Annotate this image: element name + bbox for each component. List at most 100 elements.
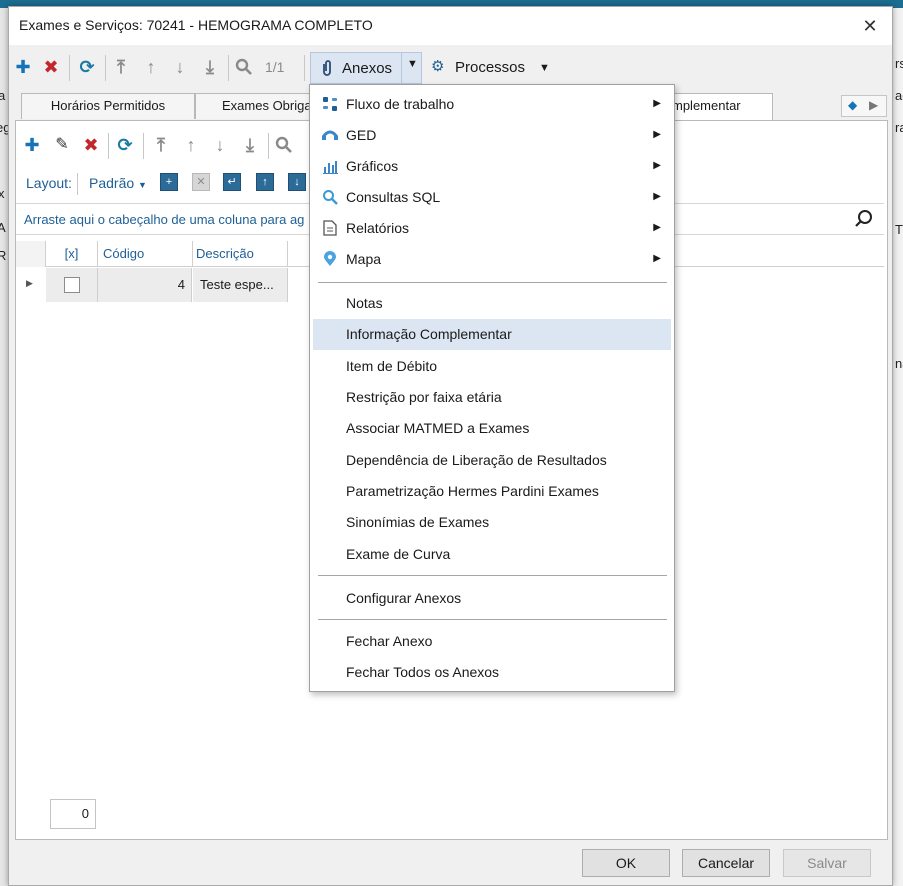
move-up-icon[interactable]: ↑: [179, 133, 203, 157]
dialog-titlebar: Exames e Serviços: 70241 - HEMOGRAMA COM…: [9, 7, 892, 45]
menu-item-exame-de-curva[interactable]: Exame de Curva: [313, 539, 671, 570]
menu-item-label: Notas: [346, 295, 383, 311]
cell-codigo: 4: [98, 268, 192, 302]
move-down-icon[interactable]: ↓: [168, 55, 192, 79]
tab-scroll-left-icon[interactable]: ◆: [848, 98, 857, 112]
refresh-icon[interactable]: ⟳: [113, 133, 137, 157]
add-layout-icon[interactable]: +: [160, 173, 178, 191]
cancel-button[interactable]: Cancelar: [682, 849, 770, 877]
add-icon[interactable]: ✚: [20, 133, 44, 157]
tab-scroll-right-icon[interactable]: ▶: [869, 98, 878, 112]
submenu-arrow-icon: ▶: [653, 191, 661, 202]
tab-horarios-permitidos[interactable]: Horários Permitidos: [21, 93, 195, 119]
background-text-fragment: R: [0, 248, 7, 263]
document-icon: [321, 220, 339, 238]
row-checkbox[interactable]: [64, 277, 80, 293]
menu-item-fechar-anexo[interactable]: Fechar Anexo: [313, 626, 671, 657]
menu-item-fechar-todos-anexos[interactable]: Fechar Todos os Anexos: [313, 657, 671, 688]
background-app-right-edge: rs ac ra T na: [893, 8, 903, 886]
background-text-fragment: na: [895, 356, 903, 371]
menu-item-informacao-complementar[interactable]: Informação Complementar: [313, 319, 671, 350]
menu-item-label: Gráficos: [346, 158, 399, 174]
column-header-select[interactable]: [x]: [46, 241, 98, 267]
toolbar-separator: [304, 55, 305, 81]
column-header-descricao[interactable]: Descrição: [193, 241, 288, 267]
move-first-icon[interactable]: ⤒: [109, 55, 133, 79]
menu-item-mapa[interactable]: Mapa ▶: [313, 244, 671, 275]
menu-item-dependencia-liberacao[interactable]: Dependência de Liberação de Resultados: [313, 445, 671, 476]
move-down-icon[interactable]: ↓: [208, 133, 232, 157]
search-icon[interactable]: [232, 55, 256, 79]
menu-separator: [318, 282, 667, 283]
delete-icon[interactable]: ✖: [79, 133, 103, 157]
cell-descricao: Teste espe...: [193, 268, 288, 302]
tab-exames-obrigatorios[interactable]: Exames Obriga: [195, 93, 313, 119]
menu-item-label: Fechar Anexo: [346, 633, 433, 649]
menu-item-relatorios[interactable]: Relatórios ▶: [313, 213, 671, 244]
record-count-field[interactable]: 0: [50, 799, 96, 829]
submenu-arrow-icon: ▶: [653, 129, 661, 140]
menu-item-label: Configurar Anexos: [346, 590, 462, 606]
menu-item-consultas-sql[interactable]: Consultas SQL ▶: [313, 182, 671, 213]
toolbar-separator: [143, 133, 144, 159]
menu-item-label: Consultas SQL: [346, 189, 441, 205]
menu-item-notas[interactable]: Notas: [313, 288, 671, 319]
layout-value: Padrão: [89, 175, 135, 191]
menu-item-sinonimias[interactable]: Sinonímias de Exames: [313, 507, 671, 538]
menu-item-configurar-anexos[interactable]: Configurar Anexos: [313, 583, 671, 614]
split-divider: [401, 53, 402, 83]
map-pin-icon: [321, 251, 339, 269]
menu-item-ged[interactable]: GED ▶: [313, 120, 671, 151]
menu-item-parametrizacao-hermes-pardini[interactable]: Parametrização Hermes Pardini Exames: [313, 476, 671, 507]
grid-search-icon[interactable]: [854, 209, 874, 234]
menu-item-label: Sinonímias de Exames: [346, 514, 490, 530]
workflow-icon: [321, 96, 339, 114]
refresh-icon[interactable]: ⟳: [75, 55, 99, 79]
anexos-dropdown-button[interactable]: Anexos ▼: [310, 52, 422, 84]
menu-item-graficos[interactable]: Gráficos ▶: [313, 151, 671, 182]
background-text-fragment: ac: [895, 88, 903, 103]
menu-item-fluxo-de-trabalho[interactable]: Fluxo de trabalho ▶: [313, 89, 671, 120]
move-last-icon[interactable]: ⤓: [238, 133, 262, 157]
search-icon: [321, 189, 339, 207]
delete-icon[interactable]: ✖: [39, 55, 63, 79]
layout-selector[interactable]: Padrão ▼: [89, 175, 147, 191]
chevron-down-icon[interactable]: ▼: [407, 58, 418, 70]
row-indicator-header: [16, 241, 46, 267]
menu-item-label: Parametrização Hermes Pardini Exames: [346, 483, 599, 499]
edit-icon[interactable]: ✎: [50, 133, 74, 157]
menu-item-label: Fluxo de trabalho: [346, 96, 455, 112]
toolbar-separator: [268, 133, 269, 159]
export-layout-icon[interactable]: ↑: [256, 173, 274, 191]
menu-item-label: Fechar Todos os Anexos: [346, 664, 500, 680]
save-button[interactable]: Salvar: [783, 849, 871, 877]
toolbar-separator: [228, 55, 229, 81]
menu-separator: [318, 575, 667, 576]
menu-item-item-de-debito[interactable]: Item de Débito: [313, 351, 671, 382]
submenu-arrow-icon: ▶: [653, 160, 661, 171]
layout-label: Layout:: [26, 175, 72, 191]
move-last-icon[interactable]: ⤓: [198, 55, 222, 79]
page-indicator: 1/1: [265, 59, 285, 75]
add-icon[interactable]: ✚: [11, 55, 35, 79]
row-indicator-icon: ▶: [26, 278, 33, 288]
apply-layout-icon[interactable]: ↵: [223, 173, 241, 191]
paperclip-icon: [321, 59, 333, 81]
chevron-down-icon[interactable]: ▼: [539, 62, 550, 74]
column-header-codigo[interactable]: Código: [98, 241, 193, 267]
import-layout-icon[interactable]: ↓: [288, 173, 306, 191]
processos-button[interactable]: Processos: [455, 59, 525, 76]
gear-icon[interactable]: ⚙: [431, 57, 444, 75]
menu-item-label: Mapa: [346, 251, 382, 267]
ok-button[interactable]: OK: [582, 849, 670, 877]
move-up-icon[interactable]: ↑: [139, 55, 163, 79]
menu-item-associar-matmed[interactable]: Associar MATMED a Exames: [313, 413, 671, 444]
toolbar-separator: [105, 55, 106, 81]
submenu-arrow-icon: ▶: [653, 253, 661, 264]
ged-icon: [321, 127, 339, 145]
remove-layout-icon[interactable]: ✕: [192, 173, 210, 191]
menu-item-restricao-faixa-etaria[interactable]: Restrição por faixa etária: [313, 382, 671, 413]
search-icon[interactable]: [272, 133, 296, 157]
move-first-icon[interactable]: ⤒: [149, 133, 173, 157]
close-button[interactable]: ✕: [856, 13, 884, 39]
